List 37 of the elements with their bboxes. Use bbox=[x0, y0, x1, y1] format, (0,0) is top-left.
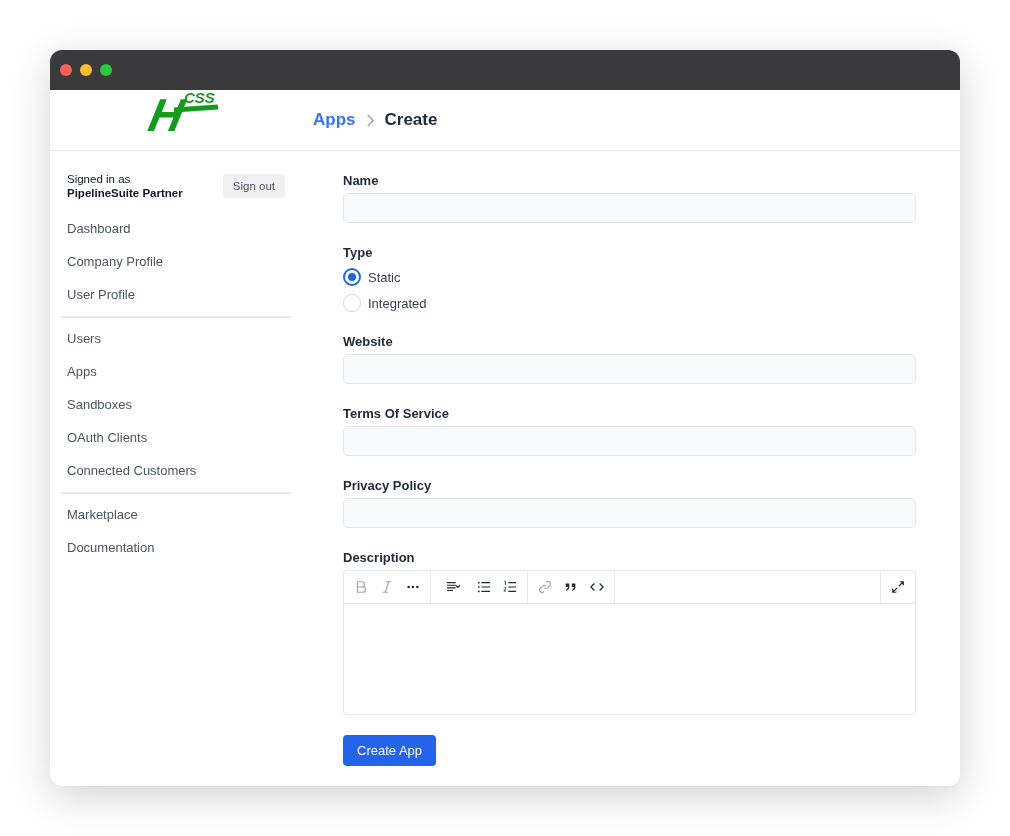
signed-in-caption: Signed in as bbox=[67, 173, 132, 185]
radio-label: Static bbox=[368, 269, 401, 285]
radio-button[interactable] bbox=[343, 268, 361, 286]
field-label: Website bbox=[343, 334, 394, 349]
input-field[interactable] bbox=[343, 426, 916, 456]
sidebar-item[interactable]: OAuth Clients bbox=[61, 422, 291, 455]
sidebar-item[interactable]: Company Profile bbox=[61, 246, 291, 279]
sidebar-item[interactable]: Dashboard bbox=[61, 213, 291, 246]
sidebar-item[interactable]: User Profile bbox=[61, 279, 291, 312]
page-title: Create bbox=[384, 110, 438, 130]
minimize-button[interactable] bbox=[80, 64, 92, 76]
field-label: Privacy Policy bbox=[343, 478, 433, 493]
field-label: Name bbox=[343, 173, 380, 188]
input-field[interactable] bbox=[343, 498, 916, 528]
field-label: Description bbox=[343, 550, 416, 565]
sidebar-item[interactable]: Sandboxes bbox=[61, 389, 291, 422]
create-app-button[interactable]: Create App bbox=[343, 735, 437, 766]
sidebar-item[interactable]: Connected Customers bbox=[61, 455, 291, 488]
input-field[interactable] bbox=[343, 193, 916, 223]
expand-icon[interactable] bbox=[891, 580, 905, 594]
sidebar-item[interactable]: Apps bbox=[61, 356, 291, 389]
sidebar-item[interactable]: Marketplace bbox=[61, 499, 291, 532]
numbers-icon[interactable] bbox=[503, 580, 517, 594]
field-label: Type bbox=[343, 245, 374, 260]
maximize-button[interactable] bbox=[100, 64, 112, 76]
input-field[interactable] bbox=[343, 354, 916, 384]
close-button[interactable] bbox=[60, 64, 72, 76]
code-icon[interactable] bbox=[590, 580, 604, 594]
field-label: Terms Of Service bbox=[343, 406, 450, 421]
sign-out-button[interactable]: Sign out bbox=[222, 174, 285, 198]
breadcrumb-link[interactable]: Apps bbox=[313, 110, 356, 130]
bullets-icon[interactable] bbox=[477, 580, 491, 594]
sidebar-item[interactable]: Users bbox=[61, 323, 291, 356]
account-name: PipelineSuite Partner bbox=[67, 187, 183, 199]
radio-label: Integrated bbox=[368, 295, 427, 311]
sidebar-item[interactable]: Documentation bbox=[61, 532, 291, 565]
chevron-right-icon bbox=[365, 113, 375, 127]
